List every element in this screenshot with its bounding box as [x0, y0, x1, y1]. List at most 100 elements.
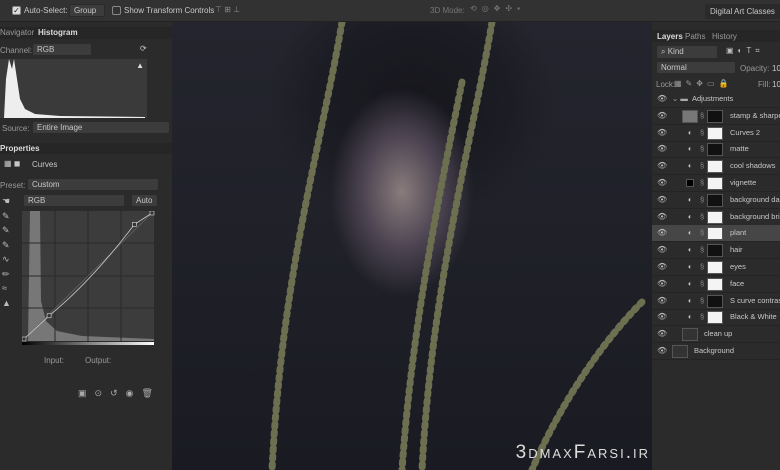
warning-icon[interactable]: ▲ — [136, 61, 144, 70]
auto-button[interactable]: Auto — [131, 194, 158, 207]
layer-row[interactable]: 👁 ◐ § cool shadows — [652, 158, 780, 176]
filter-kind-dropdown[interactable]: ⌕ Kind — [656, 45, 718, 59]
layer-row[interactable]: 👁 ◐ § face — [652, 276, 780, 293]
visibility-eye-icon[interactable]: 👁 — [657, 276, 667, 292]
filter-icons[interactable]: ▣◐T⌗ — [726, 46, 764, 56]
layer-row[interactable]: 👁 clean up — [652, 326, 780, 344]
visibility-eye-icon[interactable]: 👁 — [657, 309, 667, 325]
source-label: Source: — [2, 124, 30, 133]
lock-icons[interactable]: ▦✎✥▭🔒 — [674, 79, 732, 88]
layer-row[interactable]: 👁 ◐ § Curves 2 — [652, 125, 780, 142]
delete-icon[interactable]: 🗑 — [141, 388, 160, 398]
layer-mask-thumbnail[interactable] — [707, 244, 723, 258]
layer-row[interactable]: 👁 ◐ § eyes — [652, 259, 780, 276]
layer-row[interactable]: 👁 ◐ § background darken — [652, 192, 780, 209]
curves-graph[interactable] — [22, 211, 156, 346]
layer-row[interactable]: 👁 § stamp & sharpen — [652, 108, 780, 125]
3d-mode-icons[interactable]: ⟲◎✥✣▪ — [470, 4, 525, 13]
visibility-eye-icon[interactable]: 👁 — [657, 259, 667, 275]
visibility-icon[interactable]: ◉ — [126, 388, 142, 398]
layer-mask-thumbnail[interactable] — [707, 126, 723, 140]
tab-paths[interactable]: Paths — [685, 32, 705, 41]
visibility-eye-icon[interactable]: 👁 — [657, 175, 667, 191]
auto-select-checkbox[interactable]: ✓ — [12, 6, 21, 15]
tab-layers[interactable]: Layers — [657, 32, 683, 41]
visibility-eye-icon[interactable]: 👁 — [657, 108, 667, 124]
curve-control-point[interactable] — [132, 222, 137, 227]
layer-mask-thumbnail[interactable] — [707, 160, 723, 174]
target-adjust-icon[interactable]: ☚ — [2, 194, 16, 209]
opacity-value[interactable]: 10 — [772, 64, 780, 73]
layer-row[interactable]: 👁 ⌄ ▬ Adjustments — [652, 91, 780, 108]
layer-mask-thumbnail[interactable] — [707, 294, 723, 308]
source-dropdown[interactable]: Entire Image — [32, 121, 170, 134]
visibility-eye-icon[interactable]: 👁 — [657, 192, 667, 208]
layer-row[interactable]: 👁 ◐ § plant — [652, 225, 780, 243]
link-icon: § — [700, 178, 705, 187]
link-icon: § — [700, 194, 705, 204]
tab-navigator[interactable]: Navigator — [0, 28, 34, 37]
pencil-icon[interactable]: ✏ — [2, 267, 16, 282]
layer-mask-thumbnail[interactable] — [707, 143, 723, 157]
clipping-icon[interactable]: ▲ — [2, 296, 16, 311]
workspace-button[interactable]: Digital Art Classes — [705, 4, 780, 19]
show-transform-checkbox[interactable] — [112, 6, 121, 15]
tab-histogram[interactable]: Histogram — [38, 28, 78, 37]
layer-name: plant — [730, 228, 747, 238]
properties-title: Properties — [0, 144, 40, 153]
layer-mask-thumbnail[interactable] — [707, 261, 723, 274]
layer-thumbnail[interactable] — [672, 345, 688, 358]
layer-row[interactable]: 👁 Background — [652, 343, 780, 360]
layer-row[interactable]: 👁 ◐ § S curve contrast — [652, 293, 780, 310]
fill-value[interactable]: 10 — [772, 80, 780, 89]
curve-control-point[interactable] — [149, 211, 155, 216]
blend-mode-dropdown[interactable]: Normal — [656, 61, 736, 74]
layer-mask-thumbnail[interactable] — [707, 109, 723, 123]
layer-row[interactable]: 👁 ◐ § hair — [652, 242, 780, 260]
white-eyedropper-icon[interactable]: ✎ — [2, 238, 16, 253]
left-panels: Navigator Histogram Channel: RGB ⟳ ▲ Sou… — [0, 22, 172, 470]
document-canvas[interactable]: 3dmaxFarsi.ir — [172, 22, 652, 470]
layer-mask-thumbnail[interactable] — [707, 177, 723, 190]
visibility-eye-icon[interactable]: 👁 — [657, 326, 667, 342]
adjustment-layer-icon: ◐ — [688, 161, 693, 171]
layer-name: cool shadows — [730, 161, 776, 171]
layer-row[interactable]: 👁 § vignette — [652, 175, 780, 192]
layer-mask-thumbnail[interactable] — [707, 227, 723, 241]
layer-row[interactable]: 👁 ◐ § Black & White — [652, 309, 780, 327]
visibility-eye-icon[interactable]: 👁 — [657, 242, 667, 258]
visibility-eye-icon[interactable]: 👁 — [657, 343, 667, 359]
layer-row[interactable]: 👁 ◐ § matte — [652, 141, 780, 159]
view-previous-icon[interactable]: ⊙ — [95, 388, 111, 398]
refresh-icon[interactable]: ⟳ — [140, 44, 147, 53]
layer-mask-thumbnail[interactable] — [707, 277, 723, 291]
tab-history[interactable]: History — [712, 32, 737, 41]
auto-select-dropdown[interactable]: Group — [69, 4, 105, 17]
align-icons[interactable]: ⊤ ⊞ ⊥ — [215, 5, 240, 14]
black-eyedropper-icon[interactable]: ✎ — [2, 209, 16, 224]
curve-control-point[interactable] — [46, 313, 52, 319]
gray-eyedropper-icon[interactable]: ✎ — [2, 223, 16, 238]
layer-thumbnail[interactable] — [682, 109, 698, 123]
visibility-eye-icon[interactable]: 👁 — [657, 125, 667, 141]
smooth-icon[interactable]: ≈ — [2, 281, 16, 296]
layer-mask-thumbnail[interactable] — [707, 193, 723, 207]
visibility-eye-icon[interactable]: 👁 — [657, 225, 667, 241]
visibility-eye-icon[interactable]: 👁 — [657, 91, 667, 107]
visibility-eye-icon[interactable]: 👁 — [657, 141, 667, 157]
visibility-eye-icon[interactable]: 👁 — [657, 158, 667, 174]
layer-mask-thumbnail[interactable] — [707, 210, 723, 224]
clip-to-layer-icon[interactable]: ▣ — [78, 388, 95, 398]
visibility-eye-icon[interactable]: 👁 — [657, 293, 667, 309]
layer-thumbnail[interactable] — [682, 328, 698, 342]
reset-icon[interactable]: ↺ — [110, 388, 126, 398]
visibility-eye-icon[interactable]: 👁 — [657, 209, 667, 225]
curves-channel-dropdown[interactable]: RGB — [23, 194, 125, 207]
channel-dropdown[interactable]: RGB — [32, 43, 92, 56]
layer-mask-thumbnail[interactable] — [707, 311, 723, 325]
curve-tool-icon[interactable]: ∿ — [2, 252, 16, 267]
preset-dropdown[interactable]: Custom — [27, 178, 159, 191]
layer-name: Background — [694, 346, 735, 355]
layer-row[interactable]: 👁 ◐ § background brighten — [652, 209, 780, 226]
curve-control-point[interactable] — [22, 336, 27, 342]
